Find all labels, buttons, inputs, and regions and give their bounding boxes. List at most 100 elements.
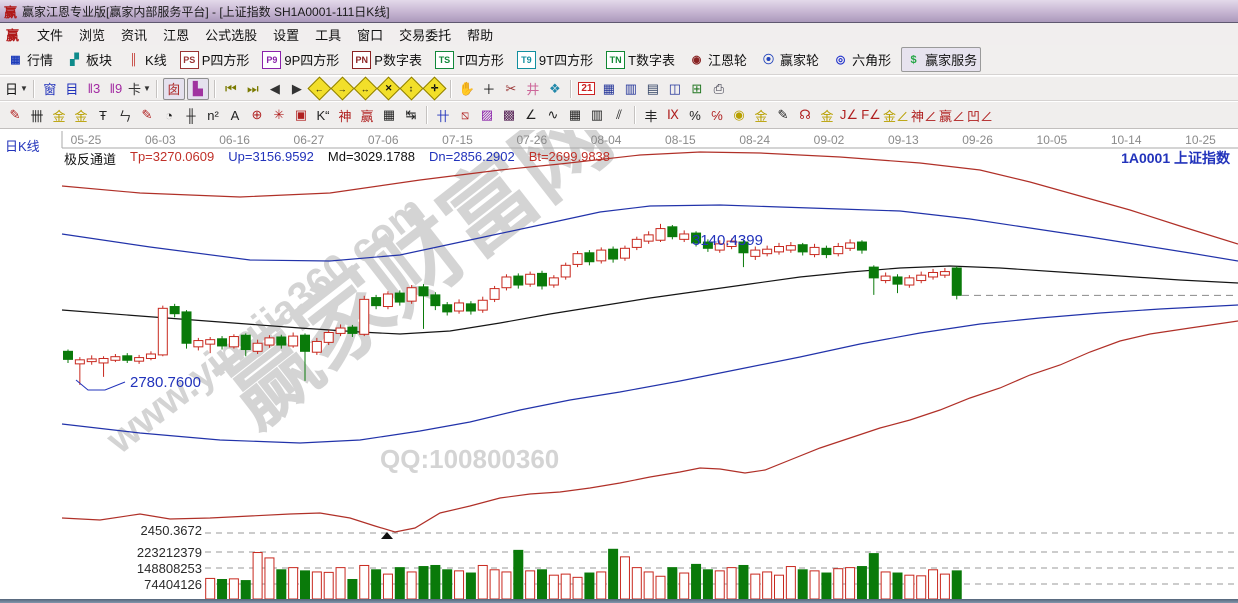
parallel-icon[interactable]: ⫽ [609,105,629,125]
window-icon[interactable]: 窗 [40,79,60,99]
toolbar-button-quotes[interactable]: ▦ 行情 [4,48,56,71]
toolbar-button-9t-square[interactable]: T9 9T四方形 [514,48,596,71]
angle-shen-icon[interactable]: 神∠ [911,105,937,125]
toolbar-button-9p-square[interactable]: P9 9P四方形 [259,48,342,71]
toolbar-button-hexagon[interactable]: ◎ 六角形 [829,48,894,71]
percent-icon[interactable]: % [685,105,705,125]
list-icon[interactable]: 目 [62,79,82,99]
brush-icon[interactable]: ✎ [773,105,793,125]
cut-icon[interactable]: ✂ [501,79,521,99]
net-icon[interactable]: ❖ [545,79,565,99]
pin-dropdown[interactable]: 卡 ▼ [128,79,151,99]
next-icon[interactable]: ▶ [287,79,307,99]
span-icon[interactable]: ↹ [401,105,421,125]
volume-bar [785,566,796,600]
print-icon[interactable]: ⎙ [709,79,729,99]
toolbar-button-t-digit-table[interactable]: TN T数字表 [603,48,678,71]
menu-item-6[interactable]: 工具 [307,23,349,46]
toolbar-button-gann-wheel[interactable]: ◉ 江恩轮 [685,48,750,71]
n2-icon[interactable]: n² [203,105,223,125]
pen2-icon[interactable]: ✎ [137,105,157,125]
ying-tool-icon[interactable]: 赢 [357,105,377,125]
pct-red-icon[interactable]: Ⅸ [663,105,683,125]
angle-gold-icon[interactable]: 金∠ [883,105,909,125]
kline-9-icon[interactable]: ‖9 [106,79,126,99]
kline-mark-icon[interactable]: K“ [313,105,333,125]
prev-icon[interactable]: ◀ [265,79,285,99]
period-day-dropdown[interactable]: 日 ▼ [5,79,28,99]
shen-tool-icon[interactable]: 神 [335,105,355,125]
toolbar-button-p-digit-table[interactable]: PN P数字表 [349,48,425,71]
gold-box-icon[interactable]: 金 [817,105,837,125]
hand-icon[interactable]: ✋ [457,79,477,99]
shift-left-icon[interactable]: ← [307,76,332,101]
gann-box2-icon[interactable]: ▩ [499,105,519,125]
bars-icon[interactable]: 丰 [641,105,661,125]
menu-item-2[interactable]: 资讯 [113,23,155,46]
star-icon[interactable]: ✳ [269,105,289,125]
toolbar-button-winner-wheel[interactable]: ⦿ 赢家轮 [757,48,822,71]
menu-item-0[interactable]: 文件 [29,23,71,46]
angle-f-icon[interactable]: F∠ [861,105,881,125]
angle-rays-icon[interactable]: ∠ [521,105,541,125]
expand-h-icon[interactable]: ↔ [353,76,378,101]
kline-3-icon[interactable]: ‖3 [84,79,104,99]
data-table-icon[interactable]: ▥ [621,79,641,99]
circle-cross-icon[interactable]: ⊕ [247,105,267,125]
grid-lines-icon[interactable]: 卌 [27,105,47,125]
color-chart-icon[interactable]: ▙ [186,77,209,100]
chart-pane[interactable]: 赢家财富网 www.yingjia360.com QQ:100800360 2780.… [0,130,1238,600]
gann-box-icon[interactable]: ▨ [477,105,497,125]
angle-j-icon[interactable]: J∠ [839,105,859,125]
menu-item-3[interactable]: 江恩 [155,23,197,46]
menu-item-7[interactable]: 窗口 [349,23,391,46]
angle-ao-icon[interactable]: 凹∠ [967,105,993,125]
stat-icon[interactable]: 井 [523,79,543,99]
box-target-icon[interactable]: ▣ [291,105,311,125]
wave-box-icon[interactable]: ☊ [795,105,815,125]
cycle-clock-icon[interactable]: ◔ [159,105,179,125]
compress-icon[interactable]: ✕ [376,76,401,101]
gold-section-icon[interactable]: 金 [71,105,91,125]
menu-item-5[interactable]: 设置 [265,23,307,46]
save-icon[interactable]: ◫ [665,79,685,99]
ruler-icon[interactable]: ╫ [181,105,201,125]
gold-ratio-icon[interactable]: 金 [49,105,69,125]
toolbar-button-sectors[interactable]: ▞ 板块 [63,48,115,71]
matrix-icon-glyph: ▦ [568,107,582,122]
angle-a-icon[interactable]: A [225,105,245,125]
pane-icon[interactable]: 囱 [162,77,185,100]
toolbar-button-kline[interactable]: ║ K线 [122,48,170,71]
gold-line-icon[interactable]: 金 [751,105,771,125]
last-icon[interactable]: ⏭ [243,79,263,99]
gold-circle-icon[interactable]: ◉ [729,105,749,125]
prev-icon-glyph: ◀ [269,80,280,96]
toolbar-button-winner-service[interactable]: $ 赢家服务 [901,47,982,72]
expand-v-icon[interactable]: ↕ [399,76,424,101]
fibo-icon[interactable]: Ŧ [93,105,113,125]
menu-item-8[interactable]: 交易委托 [391,23,459,46]
frame-icon[interactable]: 卄 [433,105,453,125]
crosshair-icon[interactable]: ＋ [479,79,499,99]
menu-item-1[interactable]: 浏览 [71,23,113,46]
toolbar-button-t-square[interactable]: TS T四方形 [432,48,507,71]
draw-pen-icon[interactable]: ✎ [5,105,25,125]
shift-right-icon[interactable]: → [330,76,355,101]
grid123-icon[interactable]: ▦ [379,105,399,125]
toolbar-button-p-square[interactable]: PS P四方形 [177,48,253,71]
menu-item-9[interactable]: 帮助 [459,23,501,46]
expand-all-icon[interactable]: ✛ [422,76,447,101]
first-icon[interactable]: ⏮ [221,79,241,99]
matrix-icon[interactable]: ▦ [565,105,585,125]
wave-check-icon[interactable]: ∿ [543,105,563,125]
matrix2-icon[interactable]: ▥ [587,105,607,125]
spiral-icon[interactable]: ㄣ [115,105,135,125]
notes-icon[interactable]: ▤ [643,79,663,99]
fan-icon[interactable]: ⧅ [455,105,475,125]
calculator-icon[interactable]: ▦ [599,79,619,99]
calendar-icon[interactable]: 21 [577,79,597,99]
angle-ying-icon[interactable]: 赢∠ [939,105,965,125]
export-icon[interactable]: ⊞ [687,79,707,99]
pct-line-icon[interactable]: ℅ [707,105,727,125]
menu-item-4[interactable]: 公式选股 [197,23,265,46]
